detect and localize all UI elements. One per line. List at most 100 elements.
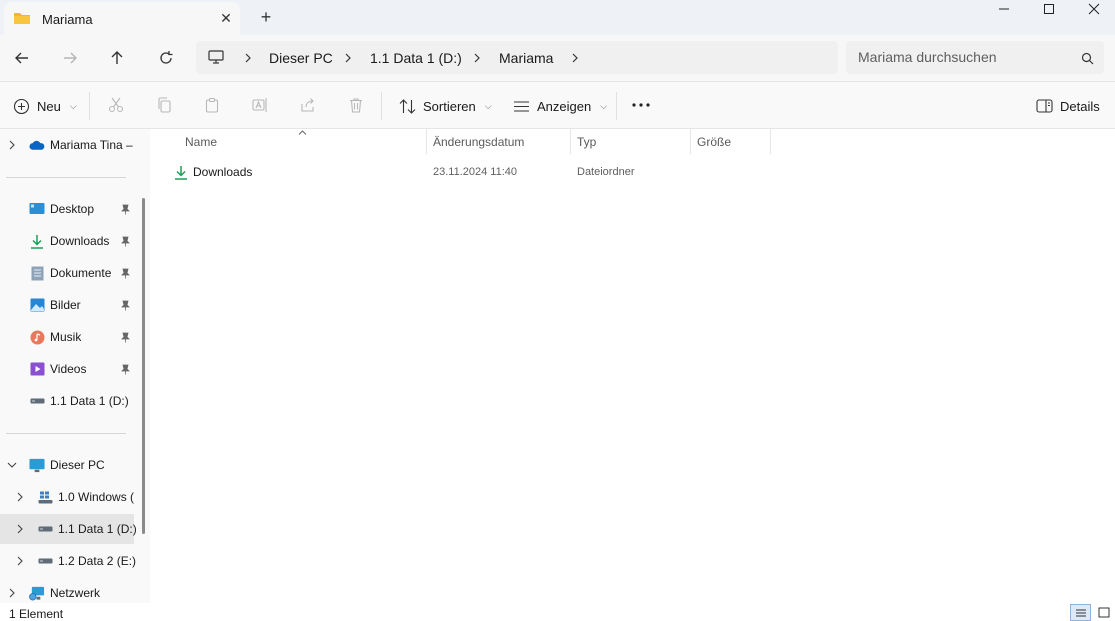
drive-icon [29,393,45,409]
sidebar-item-pictures[interactable]: Bilder [0,290,140,320]
sidebar-item-downloads[interactable]: Downloads [0,226,140,256]
paste-icon[interactable] [201,94,223,116]
toolbar-divider [89,92,90,120]
address-bar[interactable]: Dieser PC 1.1 Data 1 (D:) Mariama [196,41,838,74]
new-button[interactable]: Neu ⌵ [12,92,77,120]
chevron-right-icon[interactable] [14,555,26,567]
sidebar-divider [6,177,126,178]
computer-icon [206,48,226,66]
chevron-right-icon[interactable] [342,41,354,74]
chevron-right-icon[interactable] [6,139,18,151]
sidebar-item-label: Videos [50,362,87,376]
close-window-icon[interactable] [1085,0,1103,18]
chevron-right-icon[interactable] [471,41,483,74]
chevron-right-icon[interactable] [569,41,581,74]
sort-button[interactable]: Sortieren ⌵ [398,92,492,120]
pin-icon[interactable] [120,267,130,279]
chevron-down-icon: ⌵ [600,100,608,111]
sidebar-divider [6,433,126,434]
tab-mariama[interactable]: Mariama ✕ [4,2,240,35]
pin-icon[interactable] [120,299,130,311]
new-label: Neu [37,98,61,114]
view-label: Anzeigen [537,98,592,114]
sidebar-item-label: 1.1 Data 1 (D:) [50,394,129,408]
sidebar-item-drive-d[interactable]: 1.1 Data 1 (D:) [0,386,140,416]
pictures-icon [29,297,45,313]
up-arrow-icon[interactable] [103,44,131,72]
column-divider[interactable] [690,129,691,154]
sidebar-item-drive-e[interactable]: 1.2 Data 2 (E:) [0,546,140,576]
file-type: Dateiordner [577,166,635,178]
sidebar-item-this-pc[interactable]: Dieser PC [0,450,140,480]
sidebar-scrollbar[interactable] [142,198,145,534]
sidebar-item-videos[interactable]: Videos [0,354,140,384]
pin-icon[interactable] [120,363,130,375]
column-header-size[interactable]: Größe [697,129,731,154]
sidebar-item-drive-d-selected[interactable]: 1.1 Data 1 (D:) [0,514,137,544]
column-header-type[interactable]: Typ [577,129,596,154]
plus-circle-icon [12,97,30,115]
sidebar-item-drive-c[interactable]: 1.0 Windows (C:) [0,482,140,512]
downloads-folder-icon [173,164,189,180]
chevron-right-icon[interactable] [14,491,26,503]
view-button[interactable]: Anzeigen ⌵ [512,92,607,120]
windows-drive-icon [37,489,53,505]
tiles-view-icon[interactable] [1095,604,1112,621]
sort-label: Sortieren [423,98,476,114]
drive-icon [37,553,53,569]
column-divider[interactable] [570,129,571,154]
minimize-icon[interactable] [995,0,1013,18]
search-box[interactable] [846,41,1104,74]
maximize-icon[interactable] [1040,0,1058,18]
status-bar: 1 Element [0,603,1115,621]
chevron-right-icon[interactable] [6,587,18,599]
sidebar-item-label: Downloads [50,234,110,248]
network-icon [29,585,45,601]
breadcrumb-this-pc[interactable]: Dieser PC [269,41,333,74]
sort-ascending-icon [297,129,307,135]
search-icon[interactable] [1078,49,1096,67]
new-tab-icon[interactable]: + [256,6,276,28]
close-tab-icon[interactable]: ✕ [216,8,236,28]
sidebar-item-documents[interactable]: Dokumente [0,258,140,288]
chevron-right-icon[interactable] [242,41,254,74]
share-icon[interactable] [297,94,319,116]
column-header-name[interactable]: Name [185,129,217,154]
details-pane-icon [1035,97,1053,115]
column-header-modified[interactable]: Änderungsdatum [433,129,524,154]
back-arrow-icon[interactable] [8,44,36,72]
downloads-icon [29,233,45,249]
chevron-down-icon: ⌵ [69,100,77,111]
sidebar-item-label: Bilder [50,298,81,312]
onedrive-cloud-icon [29,137,45,153]
table-row[interactable]: Downloads 23.11.2024 11:40 Dateiordner [166,160,766,184]
cut-icon[interactable] [105,94,127,116]
more-options-icon[interactable] [630,94,652,116]
rename-icon[interactable] [249,94,271,116]
toolbar-divider [381,92,382,120]
pin-icon[interactable] [120,331,130,343]
file-name: Downloads [193,165,253,179]
breadcrumb-drive-d[interactable]: 1.1 Data 1 (D:) [370,41,462,74]
refresh-icon[interactable] [152,44,180,72]
sidebar-item-label: Dokumente [50,266,112,280]
chevron-down-icon[interactable] [6,459,18,471]
copy-icon[interactable] [153,94,175,116]
search-input[interactable] [858,46,1068,68]
details-button[interactable]: Details [1035,92,1100,120]
forward-arrow-icon[interactable] [56,44,84,72]
sidebar-item-desktop[interactable]: Desktop [0,194,140,224]
delete-icon[interactable] [345,94,367,116]
pin-icon[interactable] [120,203,130,215]
sidebar-item-music[interactable]: Musik [0,322,140,352]
breadcrumb-mariama[interactable]: Mariama [499,41,553,74]
pin-icon[interactable] [120,235,130,247]
drive-icon [37,521,53,537]
title-bar: Mariama ✕ + [0,0,1115,35]
column-divider[interactable] [770,129,771,154]
sort-arrows-icon [398,97,416,115]
sidebar-item-onedrive[interactable]: Mariama Tina – [0,130,140,160]
details-view-icon[interactable] [1070,604,1091,621]
column-divider[interactable] [426,129,427,154]
chevron-right-icon[interactable] [14,523,26,535]
